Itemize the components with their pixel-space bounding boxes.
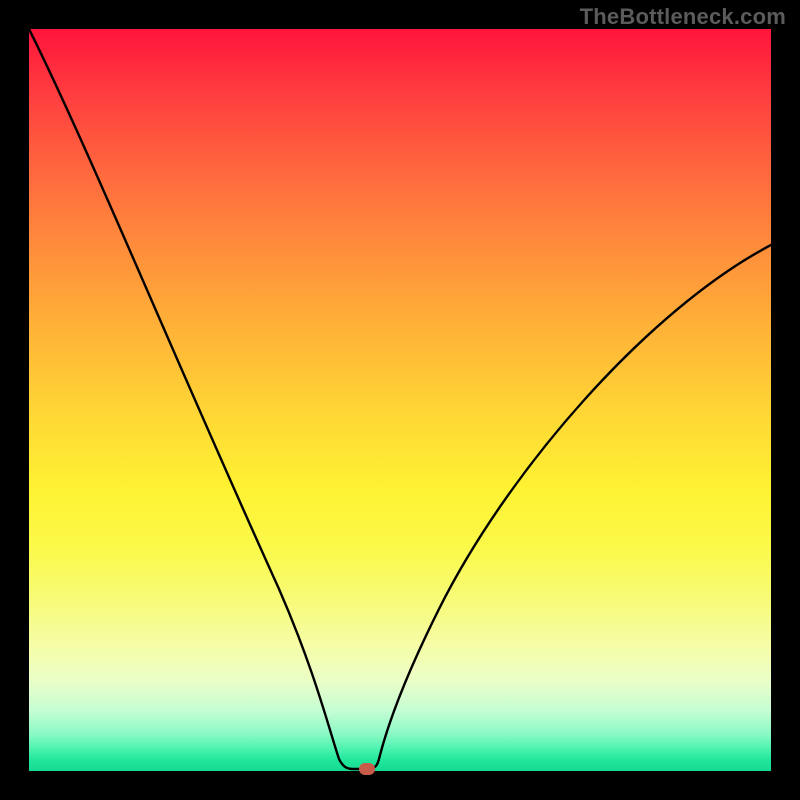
- plot-area: [29, 29, 771, 771]
- watermark-text: TheBottleneck.com: [580, 4, 786, 30]
- optimal-point-marker: [359, 763, 375, 775]
- chart-container: TheBottleneck.com: [0, 0, 800, 800]
- bottleneck-curve: [29, 29, 771, 771]
- curve-path: [29, 29, 771, 769]
